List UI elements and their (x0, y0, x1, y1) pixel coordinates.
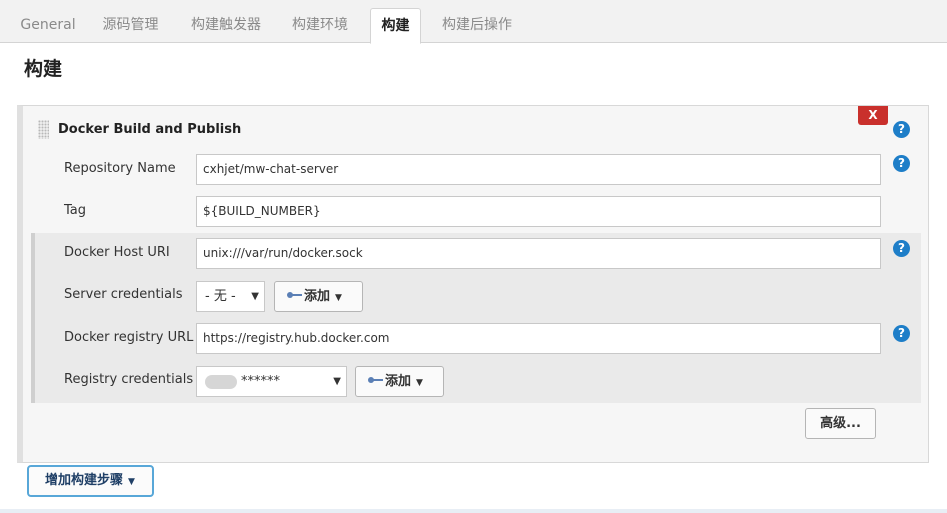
docker-registry-url-input[interactable]: https://registry.hub.docker.com (196, 323, 881, 354)
tab-build[interactable]: 构建 (370, 8, 421, 44)
registry-credentials-select[interactable]: ****** ▼ (196, 366, 347, 397)
add-registry-credentials-button[interactable]: 添加 ▼ (355, 366, 444, 397)
tab-build-environment[interactable]: 构建环境 (282, 8, 358, 43)
docker-host-uri-label: Docker Host URI (64, 245, 170, 260)
delete-step-button[interactable]: X (858, 106, 888, 125)
add-build-step-button[interactable]: 增加构建步骤 ▼ (27, 465, 154, 497)
drag-handle-icon[interactable] (38, 120, 49, 139)
add-registry-credentials-label: 添加 (385, 374, 412, 389)
tab-source-control[interactable]: 源码管理 (93, 8, 168, 43)
docker-host-uri-help-icon[interactable]: ? (893, 240, 910, 257)
add-server-credentials-button[interactable]: 添加 ▼ (274, 281, 363, 312)
advanced-button[interactable]: 高级... (805, 408, 876, 439)
server-credentials-selected: - 无 - (205, 289, 236, 304)
registry-credentials-label: Registry credentials (64, 372, 194, 387)
key-icon (368, 375, 384, 385)
tag-label: Tag (64, 203, 87, 218)
caret-down-icon: ▼ (128, 477, 135, 487)
section-title: 构建 (24, 58, 63, 80)
add-build-step-label: 增加构建步骤 (45, 473, 124, 488)
bottom-divider (0, 509, 947, 513)
caret-down-icon: ▼ (335, 293, 342, 303)
repository-name-input[interactable]: cxhjet/mw-chat-server (196, 154, 881, 185)
caret-down-icon: ▼ (333, 376, 341, 387)
server-credentials-label: Server credentials (64, 287, 183, 302)
docker-host-uri-input[interactable]: unix:///var/run/docker.sock (196, 238, 881, 269)
add-server-credentials-label: 添加 (304, 289, 331, 304)
tab-general[interactable]: General (13, 8, 83, 43)
config-tab-bar: General 源码管理 构建触发器 构建环境 构建 构建后操作 (0, 0, 947, 44)
tag-input[interactable]: ${BUILD_NUMBER} (196, 196, 881, 227)
tab-post-build[interactable]: 构建后操作 (431, 8, 523, 43)
tab-build-triggers[interactable]: 构建触发器 (180, 8, 272, 43)
docker-registry-url-label: Docker registry URL (64, 330, 194, 345)
caret-down-icon: ▼ (251, 291, 259, 302)
caret-down-icon: ▼ (416, 378, 423, 388)
redacted-username (205, 374, 237, 389)
build-step-title: Docker Build and Publish (58, 122, 242, 137)
registry-credentials-selected: ****** (241, 374, 280, 389)
key-icon (287, 290, 303, 300)
step-help-icon[interactable]: ? (893, 121, 910, 138)
docker-registry-url-help-icon[interactable]: ? (893, 325, 910, 342)
repository-name-help-icon[interactable]: ? (893, 155, 910, 172)
repository-name-label: Repository Name (64, 161, 176, 176)
server-credentials-select[interactable]: - 无 - ▼ (196, 281, 265, 312)
